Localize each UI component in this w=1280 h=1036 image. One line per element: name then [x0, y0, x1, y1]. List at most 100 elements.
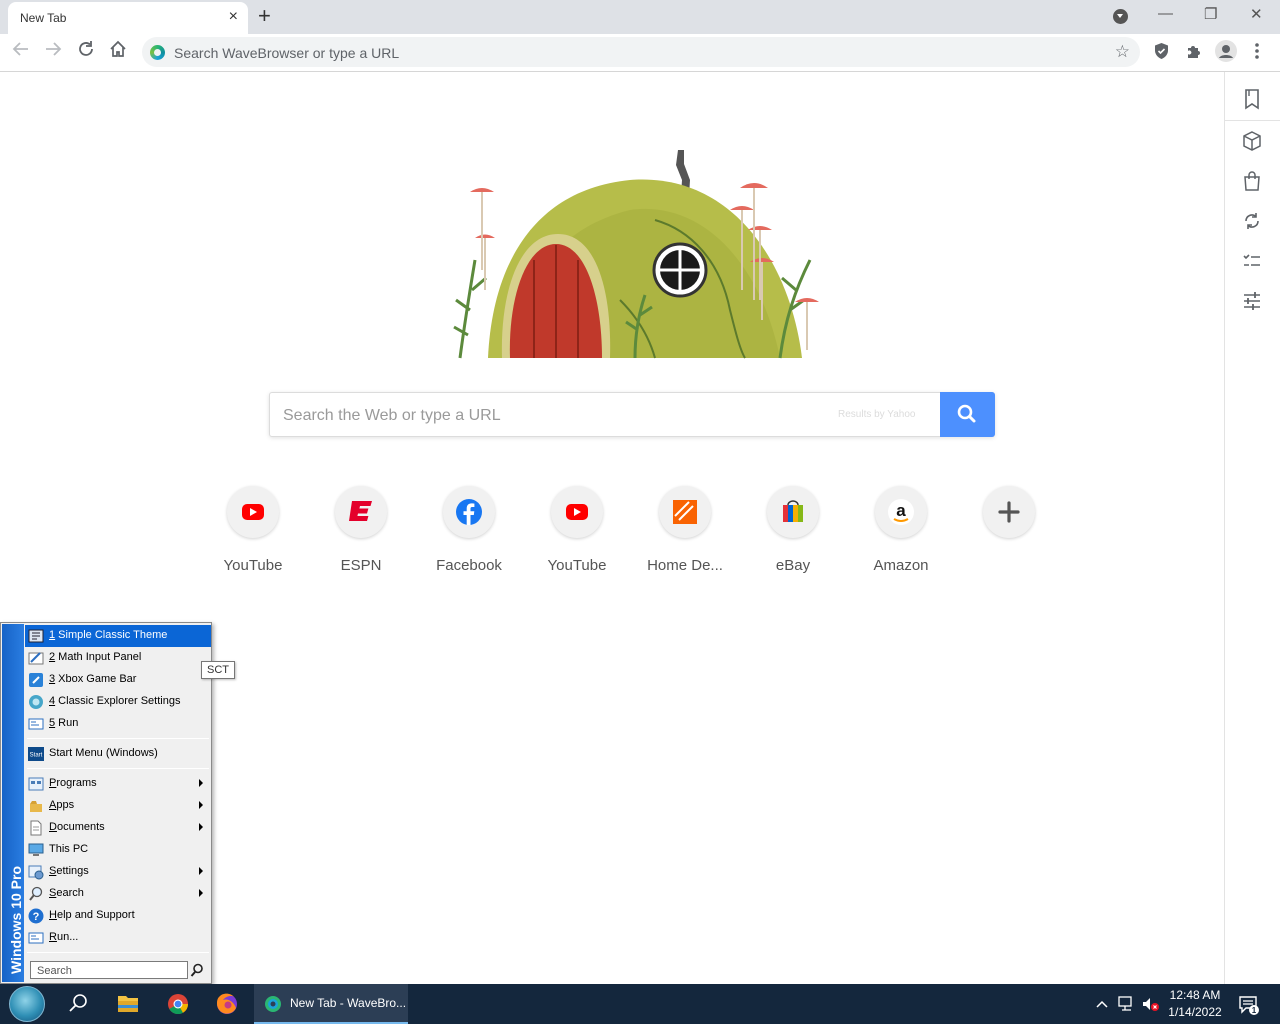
- start-menu-windows[interactable]: Start Start Menu (Windows): [25, 743, 211, 765]
- menu-settings[interactable]: Settings: [25, 861, 211, 883]
- address-placeholder: Search WaveBrowser or type a URL: [174, 45, 400, 61]
- forward-button[interactable]: [44, 40, 62, 64]
- checklist-icon[interactable]: [1241, 250, 1263, 272]
- menu-help-and-support[interactable]: ? Help and Support: [25, 905, 211, 927]
- recent-math-input-panel[interactable]: 2 Math Input Panel: [25, 647, 211, 669]
- notification-center-icon[interactable]: 1: [1238, 994, 1260, 1034]
- start-orb-button[interactable]: [9, 986, 45, 1022]
- shield-icon[interactable]: [1153, 42, 1170, 65]
- facebook-icon: [443, 486, 495, 538]
- firefox-button[interactable]: [205, 984, 249, 1024]
- menu-documents[interactable]: Documents: [25, 817, 211, 839]
- sidebar-divider: [1225, 120, 1280, 121]
- submenu-arrow-icon: [199, 889, 203, 897]
- chrome-button[interactable]: [156, 984, 200, 1024]
- search-button[interactable]: [940, 392, 995, 437]
- menu-label: Math Input Panel: [55, 651, 142, 663]
- search-icon[interactable]: [190, 963, 204, 982]
- address-bar[interactable]: Search WaveBrowser or type a URL ☆: [142, 37, 1140, 67]
- menu-accel: D: [49, 821, 57, 833]
- menu-accel: H: [49, 909, 57, 921]
- tile-label: eBay: [775, 557, 811, 574]
- search-icon: [957, 404, 976, 423]
- apps-icon: [28, 798, 44, 814]
- menu-label: Start Menu (Windows): [49, 747, 158, 759]
- recent-simple-classic-theme[interactable]: 1 Simple Classic Theme: [25, 625, 211, 647]
- file-explorer-button[interactable]: [106, 984, 150, 1024]
- taskbar-wavebrowser-window[interactable]: New Tab - WaveBro...: [254, 984, 408, 1024]
- tile-label: Amazon: [873, 557, 929, 574]
- forward-arrow-icon: [46, 42, 62, 56]
- minimize-button[interactable]: —: [1158, 5, 1173, 22]
- menu-label: ettings: [56, 865, 89, 877]
- menu-separator: [27, 768, 209, 769]
- add-tile-button[interactable]: [955, 484, 1063, 584]
- menu-search[interactable]: Search: [25, 883, 211, 905]
- sliders-icon[interactable]: [1241, 290, 1263, 312]
- tab-search-icon[interactable]: [1113, 9, 1128, 24]
- classic-start-menu: Windows 10 Pro 1 Simple Classic Theme 2 …: [0, 622, 212, 984]
- taskbar-clock[interactable]: 12:48 AM 1/14/2022: [1160, 987, 1230, 1021]
- magnifier-icon: [28, 886, 44, 902]
- add-icon: [983, 486, 1035, 538]
- run-icon: [28, 716, 44, 732]
- tile-youtube-2[interactable]: YouTube: [523, 484, 631, 584]
- close-window-button[interactable]: ✕: [1250, 5, 1263, 23]
- shell-icon: [28, 694, 44, 710]
- profile-avatar-icon[interactable]: [1215, 40, 1237, 67]
- reload-button[interactable]: [77, 40, 95, 64]
- back-button[interactable]: [12, 40, 30, 64]
- clock-time: 12:48 AM: [1169, 988, 1221, 1002]
- restore-button[interactable]: ❐: [1204, 5, 1217, 23]
- volume-muted-icon[interactable]: [1141, 995, 1161, 1035]
- menu-run[interactable]: Run...: [25, 927, 211, 949]
- sync-icon[interactable]: [1241, 210, 1263, 232]
- tile-ebay[interactable]: eBay: [739, 484, 847, 584]
- menu-programs[interactable]: Programs: [25, 773, 211, 795]
- bookmark-star-icon[interactable]: ☆: [1115, 42, 1130, 62]
- start-icon-text: Start: [30, 753, 43, 759]
- start-menu-banner: Windows 10 Pro: [2, 624, 24, 982]
- recent-classic-explorer-settings[interactable]: 4 Classic Explorer Settings: [25, 691, 211, 713]
- menu-separator: [27, 952, 209, 953]
- new-tab-button[interactable]: +: [258, 3, 271, 29]
- menu-kebab-icon[interactable]: [1254, 42, 1260, 65]
- extensions-icon[interactable]: [1185, 42, 1203, 65]
- tile-facebook[interactable]: Facebook: [415, 484, 523, 584]
- game-bar-icon: [28, 672, 44, 688]
- package-icon[interactable]: [1241, 130, 1263, 152]
- browser-toolbar: Search WaveBrowser or type a URL ☆: [0, 34, 1280, 72]
- taskbar-search-button[interactable]: [56, 984, 100, 1024]
- youtube-icon: [227, 486, 279, 538]
- computer-icon: [28, 842, 44, 858]
- clock-date: 1/14/2022: [1168, 1005, 1222, 1019]
- chrome-icon: [168, 994, 189, 1015]
- start-menu-search-input[interactable]: [30, 961, 188, 979]
- recent-run[interactable]: 5 Run: [25, 713, 211, 735]
- taskbar-window-label: New Tab - WaveBro...: [290, 996, 407, 1010]
- menu-label: rograms: [56, 777, 97, 789]
- tab-close-button[interactable]: ×: [229, 8, 238, 26]
- home-button[interactable]: [109, 40, 127, 64]
- ebay-icon: [767, 486, 819, 538]
- menu-label: pps: [56, 799, 75, 811]
- espn-icon: [335, 486, 387, 538]
- tile-home-depot[interactable]: Home De...: [631, 484, 739, 584]
- tile-espn[interactable]: ESPN: [307, 484, 415, 584]
- tab-new-tab[interactable]: New Tab ×: [8, 2, 248, 34]
- recent-xbox-game-bar[interactable]: 3 Xbox Game Bar: [25, 669, 211, 691]
- tile-amazon[interactable]: a Amazon: [847, 484, 955, 584]
- network-icon[interactable]: [1117, 995, 1137, 1035]
- web-search-box: Results by Yahoo: [269, 392, 995, 437]
- menu-this-pc[interactable]: This PC: [25, 839, 211, 861]
- svg-text:a: a: [896, 501, 906, 520]
- tile-youtube[interactable]: YouTube: [199, 484, 307, 584]
- shopping-bag-icon[interactable]: [1241, 170, 1263, 192]
- chevron-up-icon[interactable]: [1094, 996, 1110, 1036]
- submenu-arrow-icon: [199, 823, 203, 831]
- submenu-arrow-icon: [199, 867, 203, 875]
- menu-apps[interactable]: Apps: [25, 795, 211, 817]
- reload-icon: [79, 41, 93, 56]
- web-search-input[interactable]: [283, 405, 823, 427]
- bookmark-icon[interactable]: [1241, 88, 1263, 110]
